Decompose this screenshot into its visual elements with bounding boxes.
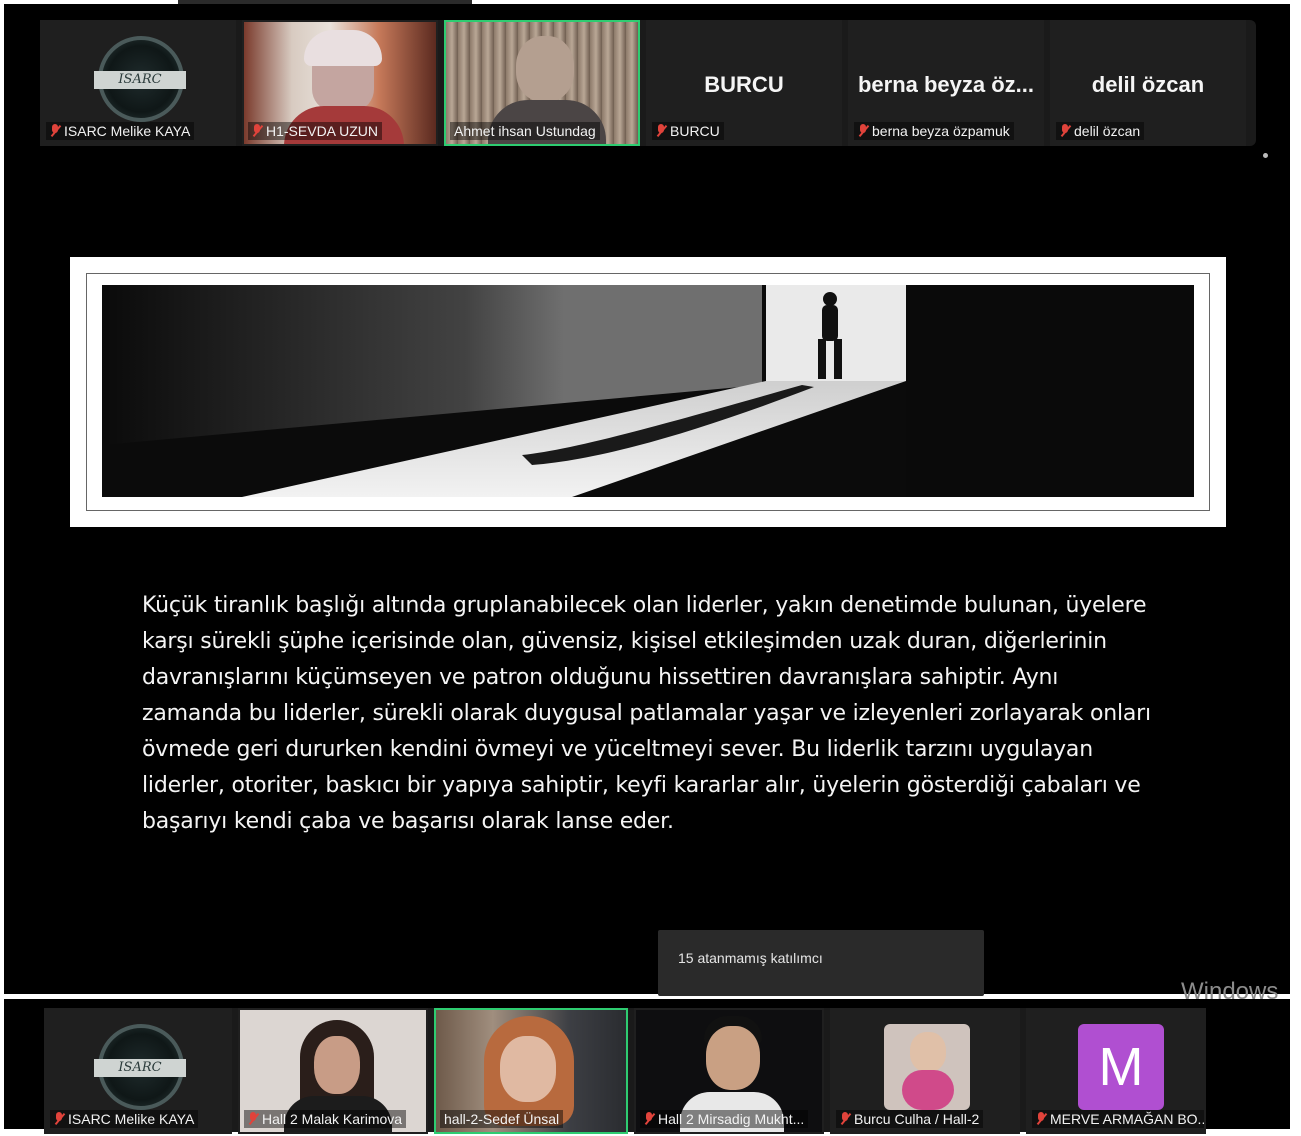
participant-name: Hall 2 Malak Karimova: [262, 1111, 403, 1127]
top-participant-strip: ISARC ISARC Melike KAYA H1-SEVDA UZUN Ah…: [40, 20, 1256, 146]
participant-display-name: delil özcan: [1091, 72, 1205, 97]
mic-muted-icon: [656, 124, 666, 138]
bottom-participant-strip: ISARC ISARC Melike KAYA Hall 2 Malak Kar…: [44, 1008, 1206, 1134]
participant-name: H1-SEVDA UZUN: [266, 123, 379, 139]
participant-name-tag: Hall 2 Malak Karimova: [244, 1110, 407, 1128]
participant-name-tag: Hall 2 Mirsadig Mukht...: [640, 1110, 809, 1128]
participant-tile-ahmet[interactable]: Ahmet ihsan Ustundag: [444, 20, 640, 146]
participant-tile-merve[interactable]: M MERVE ARMAĞAN BO...: [1026, 1008, 1206, 1134]
participant-tile-isarc-top[interactable]: ISARC ISARC Melike KAYA: [40, 20, 236, 146]
mic-muted-icon: [1060, 124, 1070, 138]
mic-muted-icon: [54, 1112, 64, 1126]
isarc-logo-text: ISARC: [94, 71, 186, 89]
mic-muted-icon: [1036, 1112, 1046, 1126]
avatar: M: [1078, 1024, 1164, 1110]
mic-muted-icon: [840, 1112, 850, 1126]
participant-tile-malak[interactable]: Hall 2 Malak Karimova: [238, 1008, 428, 1134]
participant-name: Burcu Culha / Hall-2: [854, 1111, 980, 1127]
participant-name-tag: Ahmet ihsan Ustundag: [450, 122, 600, 140]
shadow-figure-illustration: [102, 285, 1194, 497]
popup-text: 15 atanmamış katılımcı: [678, 950, 823, 966]
participant-display-name: BURCU: [704, 72, 784, 97]
slide-image-frame: [70, 257, 1226, 527]
participant-display-name: berna beyza öz...: [857, 72, 1035, 97]
participant-name-tag: berna beyza özpamuk: [854, 122, 1014, 140]
participant-name-tag: BURCU: [652, 122, 724, 140]
slide-paragraph: Küçük tiranlık başlığı altında gruplanab…: [142, 593, 1151, 834]
participant-name-tag: hall-2-Sedef Ünsal: [440, 1110, 564, 1128]
mic-muted-icon: [50, 124, 60, 138]
participant-tile-burcu[interactable]: BURCU BURCU: [646, 20, 842, 146]
participant-tile-sevda[interactable]: H1-SEVDA UZUN: [242, 20, 438, 146]
participant-name: hall-2-Sedef Ünsal: [444, 1111, 560, 1127]
participant-name: ISARC Melike KAYA: [64, 123, 191, 139]
indicator-dot: [1263, 153, 1268, 158]
isarc-logo-text: ISARC: [94, 1059, 186, 1077]
participant-photo: [884, 1024, 970, 1110]
mic-muted-icon: [248, 1112, 258, 1126]
participant-tile-berna[interactable]: berna beyza öz... berna beyza özpamuk: [848, 20, 1044, 146]
participant-name: delil özcan: [1074, 123, 1141, 139]
participant-tile-mirsadig[interactable]: Hall 2 Mirsadig Mukht...: [634, 1008, 824, 1134]
slide-image: [102, 285, 1194, 497]
unassigned-participants-popup[interactable]: 15 atanmamış katılımcı: [658, 930, 984, 996]
participant-name: berna beyza özpamuk: [872, 123, 1010, 139]
participant-name-tag: Burcu Culha / Hall-2: [836, 1110, 984, 1128]
participant-tile-isarc-bottom[interactable]: ISARC ISARC Melike KAYA: [44, 1008, 232, 1134]
participant-tile-sedef[interactable]: hall-2-Sedef Ünsal: [434, 1008, 628, 1134]
participant-name: BURCU: [670, 123, 720, 139]
participant-name: Hall 2 Mirsadig Mukht...: [658, 1111, 805, 1127]
participant-name-tag: ISARC Melike KAYA: [46, 122, 195, 140]
participant-name: MERVE ARMAĞAN BO...: [1050, 1111, 1206, 1127]
participant-name-tag: MERVE ARMAĞAN BO...: [1032, 1110, 1206, 1128]
participant-name-tag: delil özcan: [1056, 122, 1145, 140]
participant-tile-burcu-culha[interactable]: Burcu Culha / Hall-2: [830, 1008, 1020, 1134]
participant-name-tag: H1-SEVDA UZUN: [248, 122, 383, 140]
participant-name-tag: ISARC Melike KAYA: [50, 1110, 199, 1128]
participant-tile-delil[interactable]: delil özcan delil özcan: [1050, 20, 1246, 146]
participant-name: ISARC Melike KAYA: [68, 1111, 195, 1127]
participant-name: Ahmet ihsan Ustundag: [454, 123, 596, 139]
mic-muted-icon: [858, 124, 868, 138]
mic-muted-icon: [644, 1112, 654, 1126]
mic-muted-icon: [252, 124, 262, 138]
